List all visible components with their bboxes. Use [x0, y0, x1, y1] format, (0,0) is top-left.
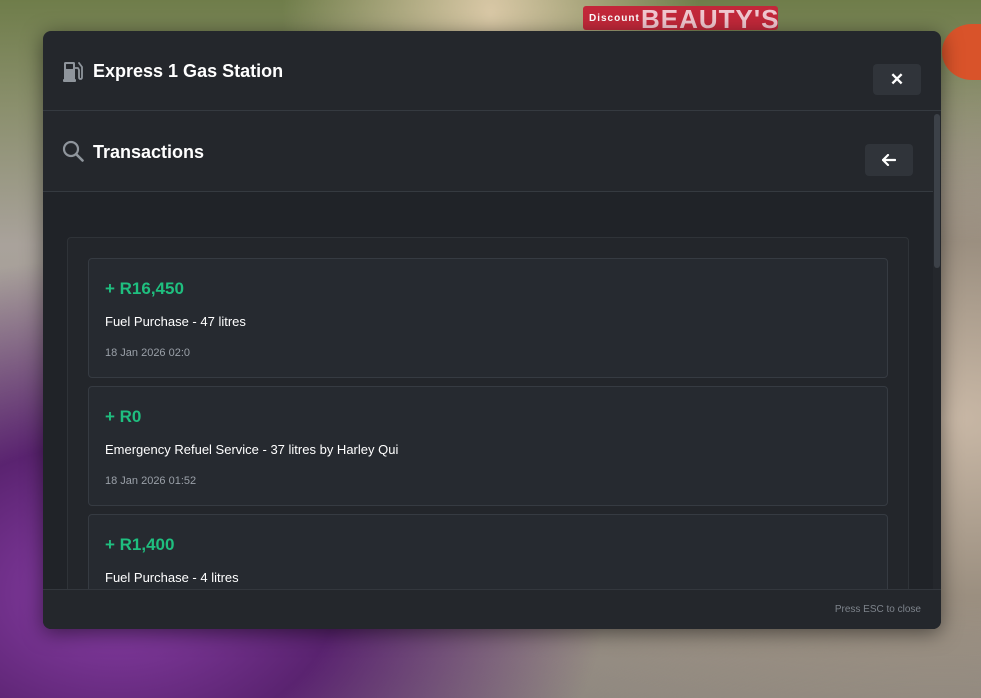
- esc-hint: Press ESC to close: [834, 604, 921, 615]
- window-title: Express 1 Gas Station: [93, 61, 284, 81]
- background-umbrella: [942, 24, 981, 80]
- transaction-card[interactable]: + R0 Emergency Refuel Service - 37 litre…: [88, 386, 888, 506]
- back-button[interactable]: [865, 144, 913, 176]
- search-icon: [62, 140, 84, 162]
- gas-station-modal: Express 1 Gas Station ✕ Transactions + R…: [43, 31, 941, 629]
- transaction-amount: + R0: [105, 407, 142, 426]
- transaction-date: 18 Jan 2026 01:52: [105, 475, 197, 487]
- transaction-card[interactable]: + R1,400 Fuel Purchase - 4 litres: [88, 514, 888, 589]
- modal-header: Express 1 Gas Station ✕: [43, 31, 941, 111]
- scrollbar[interactable]: [933, 112, 941, 589]
- scrollbar-thumb[interactable]: [934, 114, 940, 268]
- transaction-description: Emergency Refuel Service - 37 litres by …: [105, 442, 399, 457]
- transaction-date: 18 Jan 2026 02:0: [105, 347, 191, 359]
- transaction-amount: + R16,450: [105, 279, 184, 298]
- background-sign: Discount BEAUTY'S: [583, 4, 778, 34]
- close-button[interactable]: ✕: [873, 64, 921, 95]
- transaction-card[interactable]: + R16,450 Fuel Purchase - 47 litres 18 J…: [88, 258, 888, 378]
- background-sign-small: Discount: [589, 13, 640, 24]
- transaction-description: Fuel Purchase - 47 litres: [105, 314, 246, 329]
- close-icon: ✕: [889, 69, 905, 89]
- modal-footer: Press ESC to close: [43, 589, 941, 629]
- arrow-left-icon: [882, 154, 896, 166]
- section-title: Transactions: [93, 142, 205, 162]
- transaction-description: Fuel Purchase - 4 litres: [105, 570, 239, 585]
- transaction-amount: + R1,400: [105, 535, 175, 554]
- transactions-list: + R16,450 Fuel Purchase - 47 litres 18 J…: [67, 237, 909, 589]
- transactions-header: Transactions: [43, 112, 933, 192]
- transactions-content[interactable]: + R16,450 Fuel Purchase - 47 litres 18 J…: [43, 192, 933, 589]
- gas-pump-icon: [63, 62, 83, 82]
